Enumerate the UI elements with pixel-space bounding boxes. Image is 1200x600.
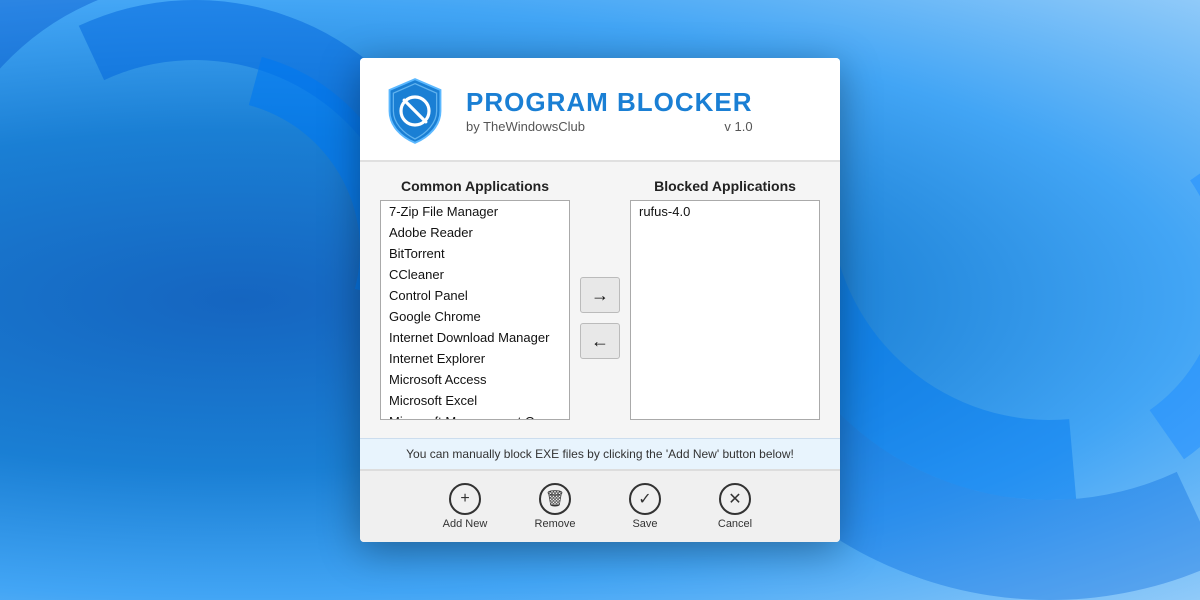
app-logo [380, 76, 450, 146]
blocked-apps-list[interactable]: rufus-4.0 [630, 200, 820, 420]
app-window: PROGRAM BLOCKER by TheWindowsClub v 1.0 … [360, 58, 840, 542]
header-subtitle: by TheWindowsClub v 1.0 [466, 119, 753, 134]
cancel-button[interactable]: ✕ Cancel [705, 483, 765, 530]
common-apps-list[interactable]: 7-Zip File ManagerAdobe ReaderBitTorrent… [380, 200, 570, 420]
info-text: You can manually block EXE files by clic… [406, 447, 794, 461]
right-arrow-icon: → [591, 285, 609, 306]
info-bar: You can manually block EXE files by clic… [360, 438, 840, 469]
move-right-button[interactable]: → [580, 277, 620, 313]
add-new-button-icon: + [449, 483, 481, 515]
list-item[interactable]: Microsoft Access [381, 369, 569, 390]
list-item[interactable]: BitTorrent [381, 243, 569, 264]
blocked-apps-label: Blocked Applications [630, 178, 820, 194]
list-item[interactable]: 7-Zip File Manager [381, 201, 569, 222]
left-arrow-icon: ← [591, 331, 609, 352]
header-text: PROGRAM BLOCKER by TheWindowsClub v 1.0 [466, 88, 753, 134]
move-left-button[interactable]: ← [580, 323, 620, 359]
remove-button-label: Remove [535, 518, 576, 530]
app-version: v 1.0 [724, 119, 752, 134]
save-button-label: Save [632, 518, 657, 530]
cancel-button-label: Cancel [718, 518, 752, 530]
remove-button[interactable]: 🗑 Remove [525, 483, 585, 530]
list-item[interactable]: CCleaner [381, 264, 569, 285]
list-item[interactable]: Microsoft Management Co... [381, 411, 569, 420]
remove-button-icon: 🗑 [539, 483, 571, 515]
app-header: PROGRAM BLOCKER by TheWindowsClub v 1.0 [360, 58, 840, 162]
list-item[interactable]: Internet Explorer [381, 348, 569, 369]
blocked-applications-section: Blocked Applications rufus-4.0 [630, 178, 820, 420]
lists-row: Common Applications 7-Zip File ManagerAd… [380, 178, 820, 428]
app-content: Common Applications 7-Zip File ManagerAd… [360, 162, 840, 469]
save-button-icon: ✓ [629, 483, 661, 515]
cancel-button-icon: ✕ [719, 483, 751, 515]
arrow-column: → ← [570, 178, 630, 428]
save-button[interactable]: ✓ Save [615, 483, 675, 530]
app-title: PROGRAM BLOCKER [466, 88, 753, 117]
add-new-button[interactable]: + Add New [435, 483, 495, 530]
list-item[interactable]: Microsoft Excel [381, 390, 569, 411]
list-item[interactable]: Control Panel [381, 285, 569, 306]
app-footer: + Add New 🗑 Remove ✓ Save ✕ Cancel [360, 469, 840, 542]
list-item[interactable]: Google Chrome [381, 306, 569, 327]
app-subtitle: by TheWindowsClub [466, 119, 585, 134]
common-apps-label: Common Applications [380, 178, 570, 194]
list-item[interactable]: rufus-4.0 [631, 201, 819, 222]
list-item[interactable]: Internet Download Manager [381, 327, 569, 348]
common-applications-section: Common Applications 7-Zip File ManagerAd… [380, 178, 570, 420]
add-new-button-label: Add New [443, 518, 488, 530]
list-item[interactable]: Adobe Reader [381, 222, 569, 243]
